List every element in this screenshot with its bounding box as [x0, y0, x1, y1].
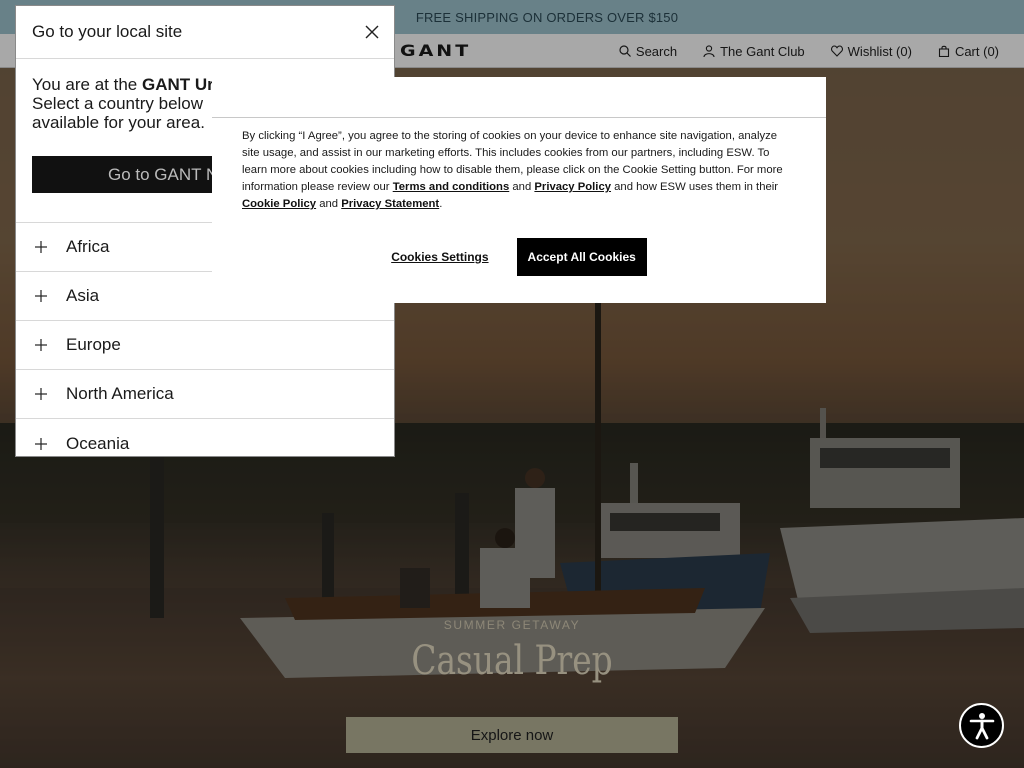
- cookie-actions: Cookies Settings Accept All Cookies: [212, 238, 826, 276]
- region-label: Asia: [66, 286, 100, 305]
- cookie-period: .: [439, 198, 443, 210]
- cookie-policy-link[interactable]: Cookie Policy: [242, 198, 316, 210]
- region-label: Africa: [66, 237, 110, 256]
- cookie-text-2: and how ESW uses them in their: [611, 181, 779, 193]
- region-label: North America: [66, 384, 174, 403]
- plus-icon: [35, 241, 47, 253]
- accessibility-icon: [969, 712, 994, 739]
- region-label: Oceania: [66, 433, 130, 453]
- plus-icon: [35, 339, 47, 351]
- privacy-statement-link[interactable]: Privacy Statement: [341, 198, 439, 210]
- accept-all-cookies-button[interactable]: Accept All Cookies: [516, 238, 647, 276]
- region-item-north-america[interactable]: North America: [16, 370, 394, 419]
- region-item-europe[interactable]: Europe: [16, 321, 394, 370]
- region-item-oceania[interactable]: Oceania: [16, 419, 394, 456]
- accessibility-button[interactable]: [959, 703, 1004, 748]
- close-icon[interactable]: [364, 24, 380, 40]
- plus-icon: [35, 437, 47, 450]
- privacy-policy-link[interactable]: Privacy Policy: [534, 181, 611, 193]
- cookies-settings-button[interactable]: Cookies Settings: [391, 250, 488, 264]
- region-label: Europe: [66, 335, 121, 354]
- local-site-title: Go to your local site: [32, 22, 183, 41]
- cookie-description: By clicking “I Agree”, you agree to the …: [212, 118, 826, 213]
- terms-link[interactable]: Terms and conditions: [393, 181, 510, 193]
- cookie-consent-dialog: By clicking “I Agree”, you agree to the …: [212, 77, 826, 303]
- cookie-and-1: and: [509, 181, 535, 193]
- cookie-dialog-header: [212, 77, 826, 118]
- local-site-header: Go to your local site: [16, 6, 394, 59]
- cookie-and-2: and: [316, 198, 342, 210]
- plus-icon: [35, 290, 47, 302]
- message-prefix: You are at the: [32, 75, 142, 94]
- plus-icon: [35, 388, 47, 400]
- current-site-name: GANT Ur: [141, 75, 214, 94]
